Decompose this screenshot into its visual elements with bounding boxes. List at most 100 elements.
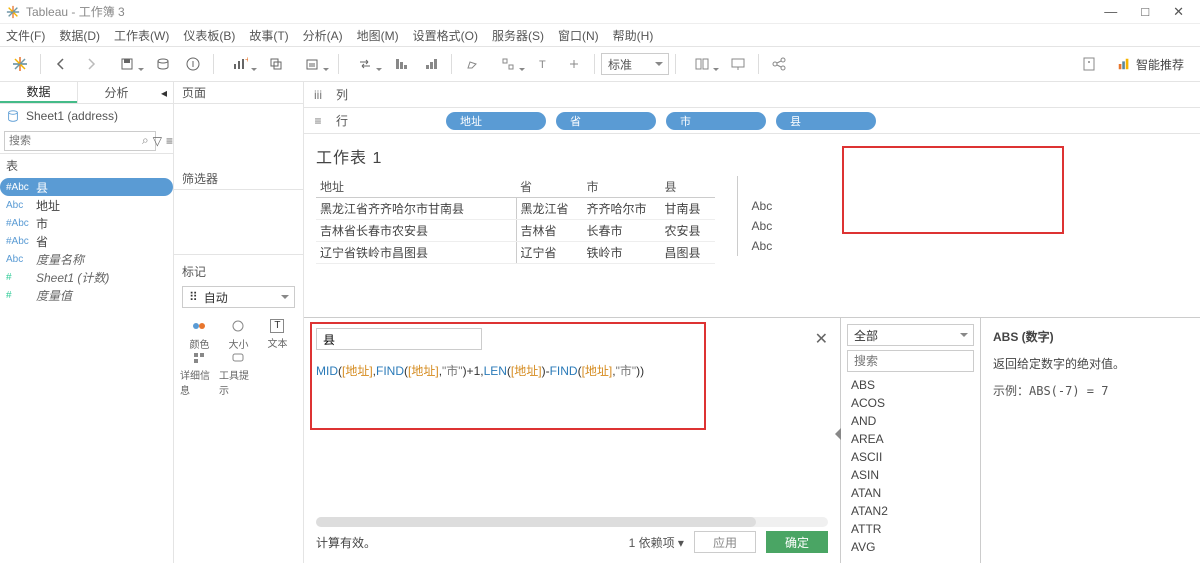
menu-data[interactable]: 数据(D): [59, 27, 100, 44]
menu-dashboard[interactable]: 仪表板(B): [183, 27, 235, 44]
new-sheet-button[interactable]: +: [220, 50, 260, 78]
fn-list-item[interactable]: AREA: [847, 430, 974, 448]
marks-title: 标记: [174, 259, 303, 284]
view-fields-icon[interactable]: ≡: [166, 132, 173, 150]
column-header[interactable]: 省: [516, 176, 583, 198]
calc-name-input[interactable]: [316, 328, 482, 350]
fn-list-item[interactable]: ASCII: [847, 448, 974, 466]
fix-axes-button[interactable]: [560, 50, 588, 78]
fn-list-item[interactable]: ATTR: [847, 520, 974, 538]
pages-shelf[interactable]: 页面: [174, 82, 303, 104]
fn-list-item[interactable]: BUFFER: [847, 556, 974, 557]
mark-size[interactable]: 大小: [219, 314, 258, 354]
forward-button[interactable]: [77, 50, 105, 78]
svg-text:+: +: [245, 56, 248, 64]
menu-bar: 文件(F) 数据(D) 工作表(W) 仪表板(B) 故事(T) 分析(A) 地图…: [0, 24, 1200, 46]
back-button[interactable]: [47, 50, 75, 78]
menu-analysis[interactable]: 分析(A): [303, 27, 343, 44]
fn-list-item[interactable]: ATAN: [847, 484, 974, 502]
minimize-button[interactable]: —: [1104, 4, 1117, 20]
column-header[interactable]: 县: [661, 176, 715, 198]
field-item[interactable]: #度量值: [0, 286, 173, 304]
share-button[interactable]: [765, 50, 793, 78]
filter-icon[interactable]: ▽: [153, 132, 162, 150]
presentation-button[interactable]: [724, 50, 752, 78]
fn-example: 示例：ABS(-7) = 7: [993, 382, 1188, 399]
menu-map[interactable]: 地图(M): [357, 27, 399, 44]
fit-select[interactable]: 标准: [601, 53, 669, 75]
clear-button[interactable]: [292, 50, 332, 78]
field-item[interactable]: #Sheet1 (计数): [0, 268, 173, 286]
mark-text[interactable]: T文本: [258, 314, 297, 354]
field-item[interactable]: #Abc省: [0, 232, 173, 250]
menu-window[interactable]: 窗口(N): [558, 27, 599, 44]
menu-server[interactable]: 服务器(S): [492, 27, 544, 44]
column-header[interactable]: 市: [583, 176, 661, 198]
close-calc-button[interactable]: ✕: [815, 329, 828, 349]
menu-worksheet[interactable]: 工作表(W): [114, 27, 169, 44]
menu-help[interactable]: 帮助(H): [613, 27, 654, 44]
dependencies-button[interactable]: 1 依赖项 ▾: [629, 534, 684, 551]
show-labels-button[interactable]: T: [530, 50, 558, 78]
mark-color[interactable]: 颜色: [180, 314, 219, 354]
sort-asc-button[interactable]: [387, 50, 415, 78]
field-item[interactable]: Abc度量名称: [0, 250, 173, 268]
fn-description: 返回给定数字的绝对值。: [993, 355, 1188, 372]
new-data-button[interactable]: [149, 50, 177, 78]
row-pill[interactable]: 省: [556, 112, 656, 130]
show-me-button[interactable]: 智能推荐: [1117, 56, 1184, 73]
highlight-button[interactable]: [458, 50, 486, 78]
field-item[interactable]: #Abc县: [0, 178, 173, 196]
filters-shelf[interactable]: 筛选器: [174, 168, 303, 190]
mark-type-select[interactable]: ⠿自动: [182, 286, 295, 308]
svg-text:T: T: [539, 59, 546, 71]
formula-text[interactable]: MID([地址],FIND([地址],"市")+1,LEN([地址])-FIND…: [316, 362, 828, 381]
show-cards-button[interactable]: [682, 50, 722, 78]
group-button[interactable]: [488, 50, 528, 78]
guide-button[interactable]: [1075, 50, 1103, 78]
fn-list-item[interactable]: AND: [847, 412, 974, 430]
column-header[interactable]: 地址: [316, 176, 516, 198]
apply-button[interactable]: 应用: [694, 531, 756, 553]
duplicate-button[interactable]: [262, 50, 290, 78]
fn-help-panel: ABS (数字) 返回给定数字的绝对值。 示例：ABS(-7) = 7: [980, 318, 1200, 563]
toolbar: + T 标准 智能推荐: [0, 46, 1200, 82]
tab-data[interactable]: 数据: [0, 82, 77, 103]
pause-button[interactable]: [179, 50, 207, 78]
table-row: 黑龙江省齐齐哈尔市甘南县黑龙江省齐齐哈尔市甘南县: [316, 198, 715, 220]
table-row: 辽宁省铁岭市昌图县辽宁省铁岭市昌图县: [316, 242, 715, 264]
columns-shelf[interactable]: iii 列: [304, 82, 1200, 108]
collapse-left-icon[interactable]: ◂: [155, 82, 173, 103]
fn-list-item[interactable]: ASIN: [847, 466, 974, 484]
mark-detail[interactable]: 详细信息: [180, 354, 219, 394]
save-button[interactable]: [107, 50, 147, 78]
row-pill[interactable]: 地址: [446, 112, 546, 130]
scrollbar[interactable]: [316, 517, 828, 527]
maximize-button[interactable]: □: [1141, 4, 1149, 20]
menu-format[interactable]: 设置格式(O): [413, 27, 478, 44]
fn-list-item[interactable]: ATAN2: [847, 502, 974, 520]
tableau-logo-icon[interactable]: [6, 50, 34, 78]
fn-list-item[interactable]: ABS: [847, 376, 974, 394]
rows-shelf[interactable]: ≡ 行 地址 省 市 县: [304, 108, 1200, 134]
menu-file[interactable]: 文件(F): [6, 27, 45, 44]
tab-analytics[interactable]: 分析: [77, 82, 155, 103]
swap-button[interactable]: [345, 50, 385, 78]
sort-desc-button[interactable]: [417, 50, 445, 78]
row-pill[interactable]: 县: [776, 112, 876, 130]
row-pill[interactable]: 市: [666, 112, 766, 130]
collapse-fn-list-icon[interactable]: [829, 428, 841, 440]
fn-list-item[interactable]: ACOS: [847, 394, 974, 412]
data-source[interactable]: Sheet1 (address): [0, 104, 173, 128]
sheet-title[interactable]: 工作表 1: [316, 144, 1188, 168]
field-item[interactable]: Abc地址: [0, 196, 173, 214]
mark-tooltip[interactable]: 工具提示: [219, 354, 258, 394]
field-item[interactable]: #Abc市: [0, 214, 173, 232]
fn-search-input[interactable]: [847, 350, 974, 372]
ok-button[interactable]: 确定: [766, 531, 828, 553]
fn-list-item[interactable]: AVG: [847, 538, 974, 556]
fn-category-select[interactable]: 全部: [847, 324, 974, 346]
search-input[interactable]: [4, 131, 156, 151]
close-window-button[interactable]: ✕: [1173, 4, 1184, 20]
menu-story[interactable]: 故事(T): [249, 27, 288, 44]
